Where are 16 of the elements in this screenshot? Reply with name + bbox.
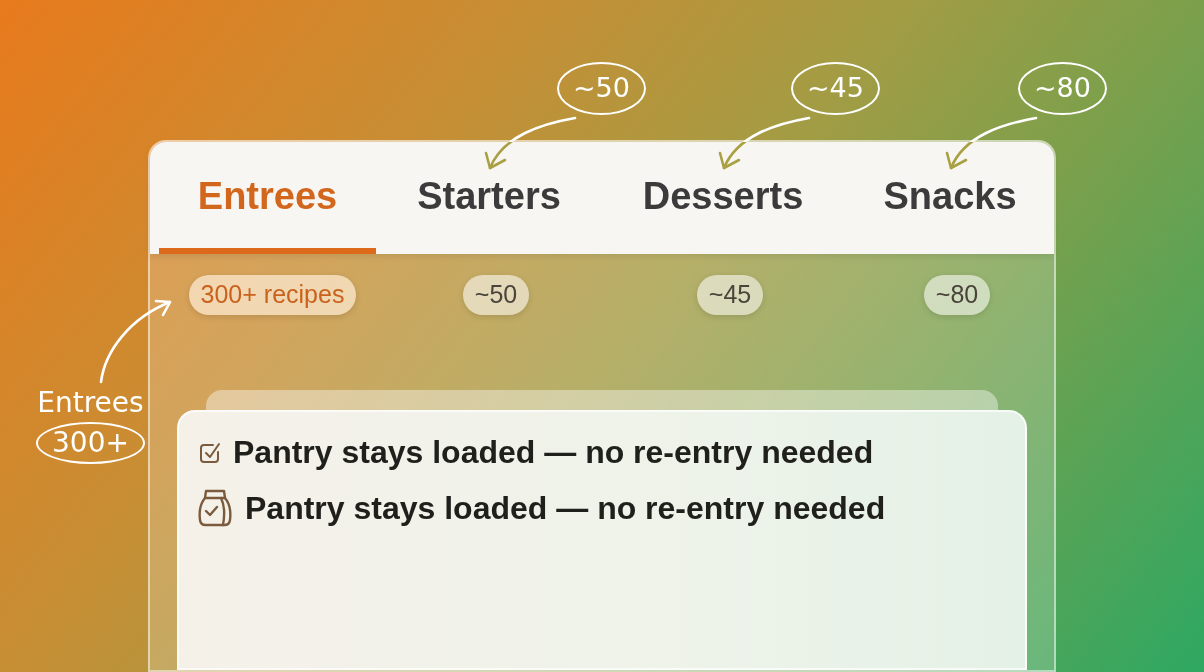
circled-note: ~50 [557,62,646,115]
tab[interactable]: Desserts [602,142,844,254]
tab[interactable]: Snacks [844,142,1056,254]
circled-note: ~45 [791,62,880,115]
circled-note: ~80 [1018,62,1107,115]
annotation-text: Entrees [37,386,144,420]
feature-text: Pantry stays loaded — no re-entry needed [233,433,874,472]
tab[interactable]: Starters [376,142,602,254]
circled-note: 300+ [36,422,145,464]
recipe-count-badge: ~45 [696,275,764,315]
bag-icon [197,489,233,527]
recipe-count-badge: 300+ recipes [188,275,357,315]
checkbox-icon [199,440,221,464]
recipe-count-badge: ~50 [462,275,530,315]
feature-text: Pantry stays loaded — no re-entry needed [245,489,886,528]
recipe-count-badge: ~80 [923,275,991,315]
